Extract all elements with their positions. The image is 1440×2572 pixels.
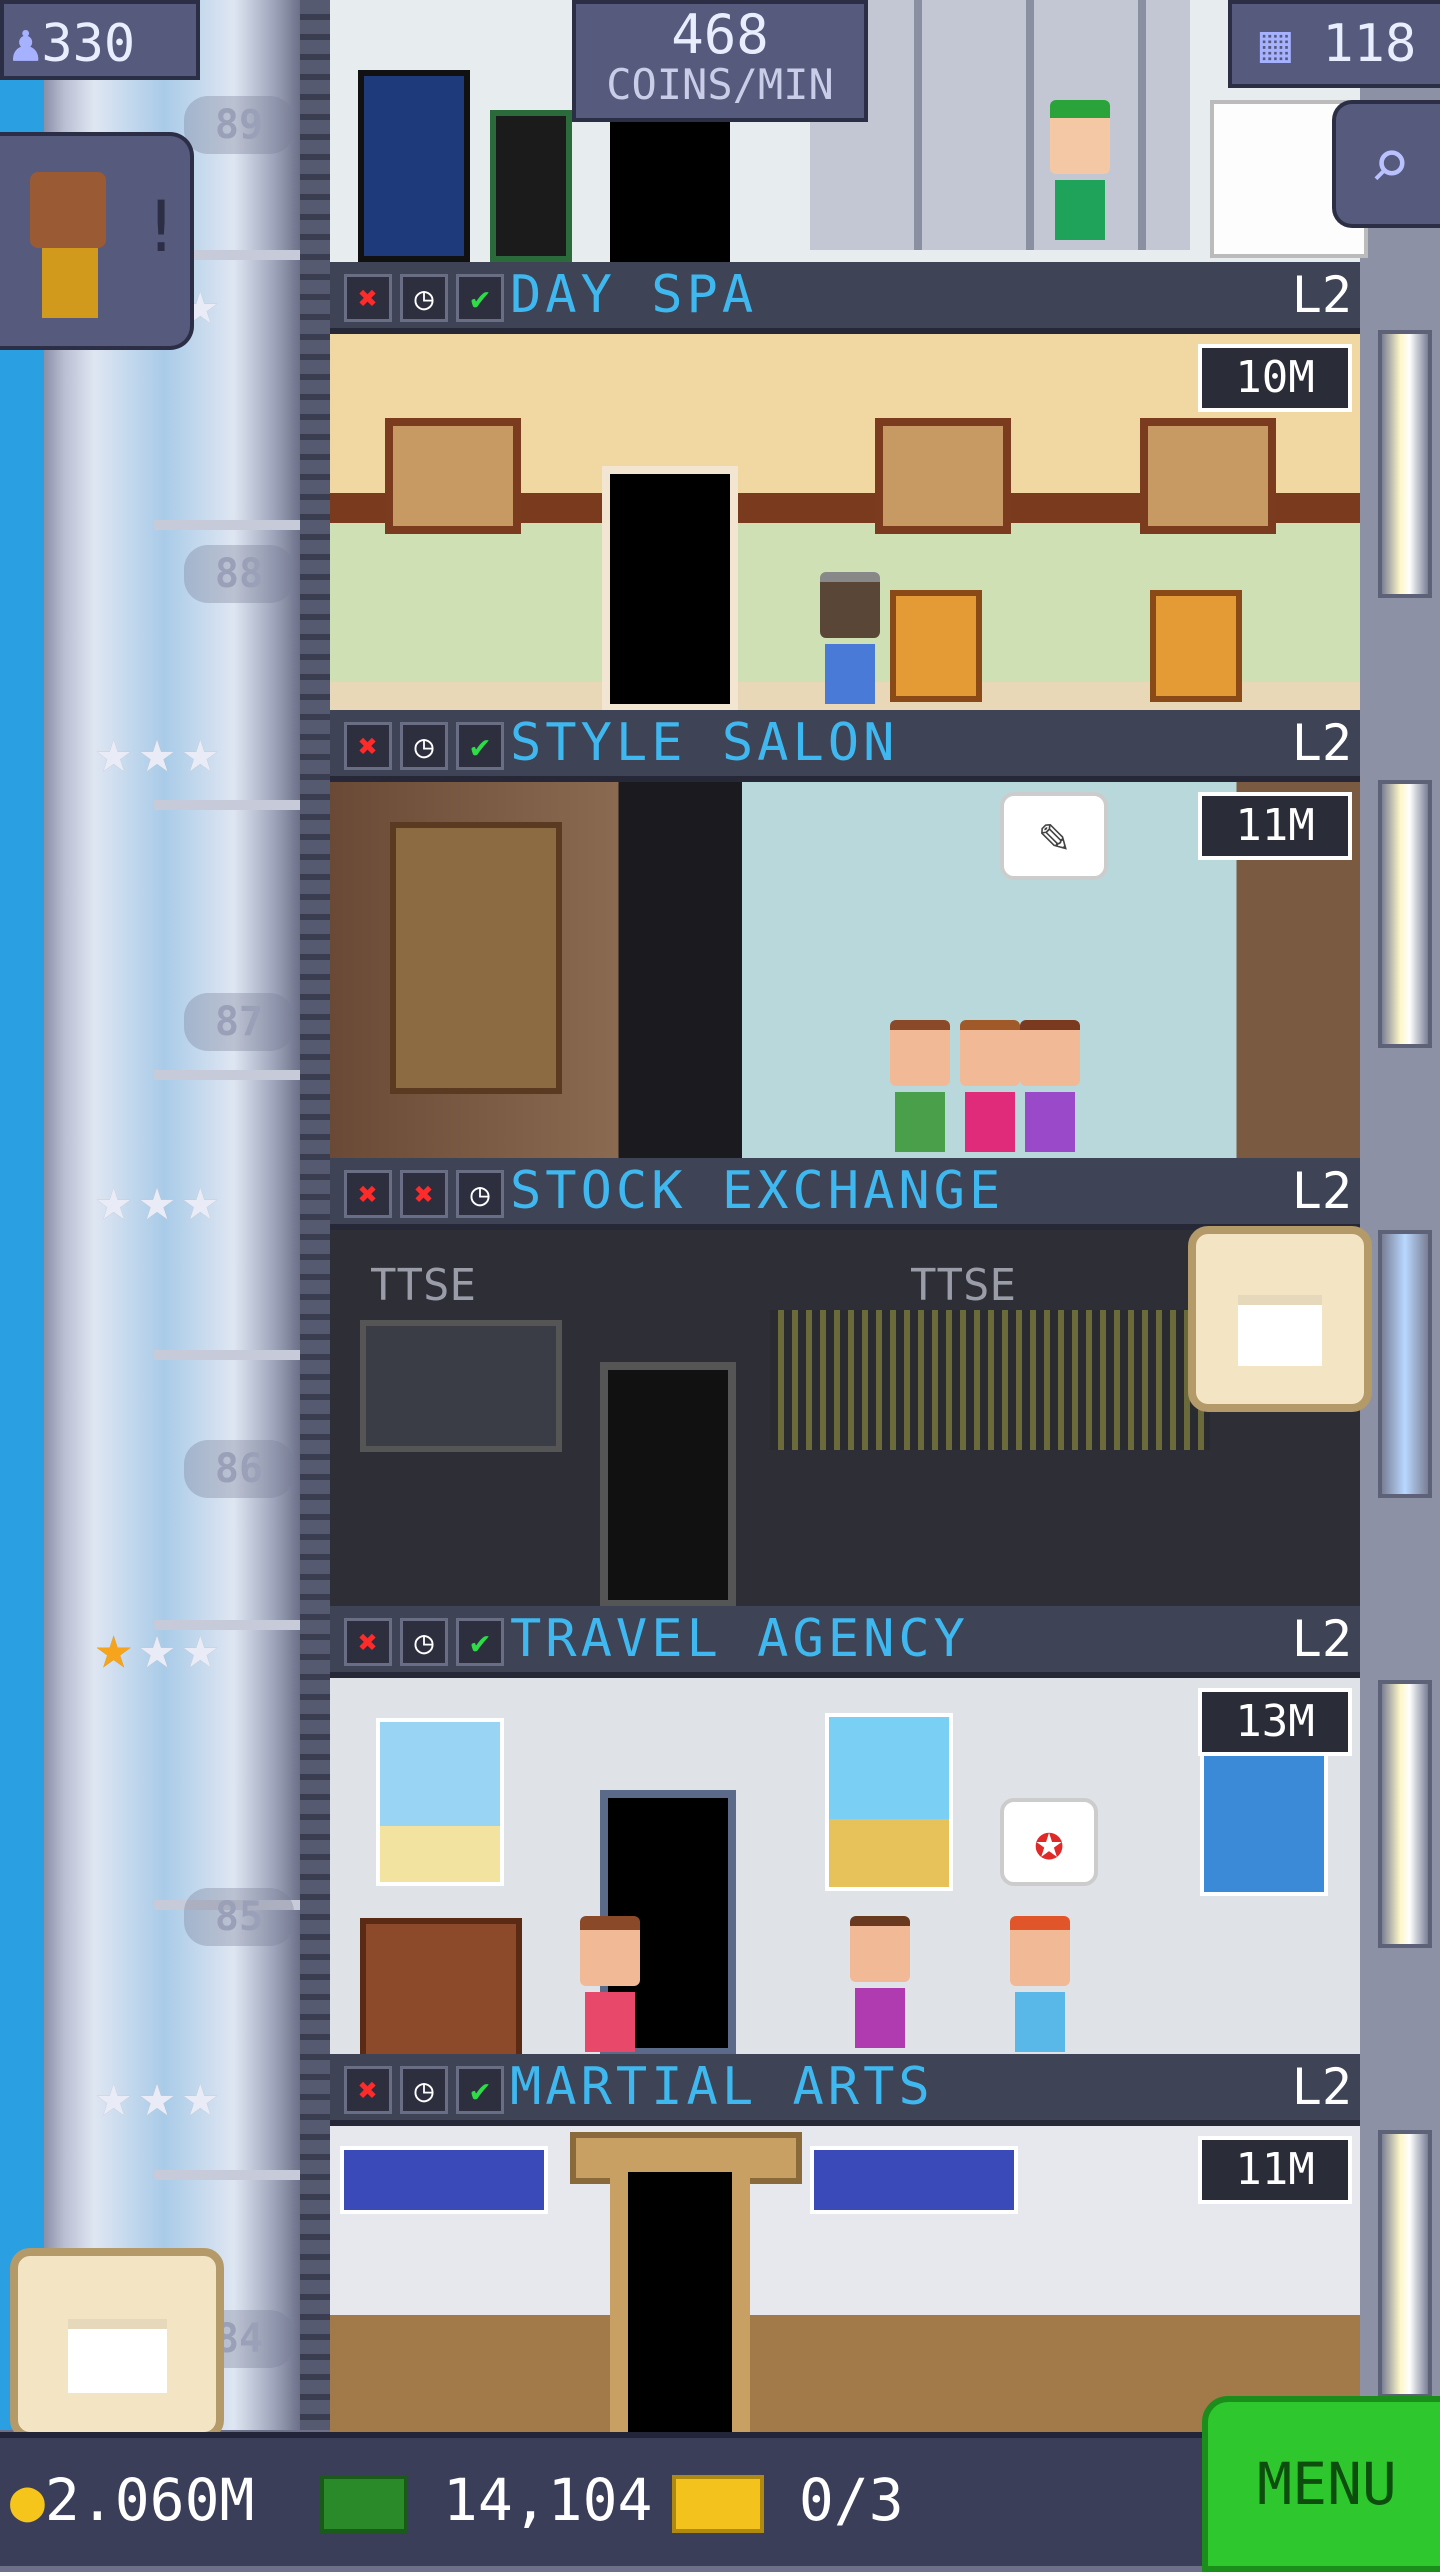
clock-icon: ◷ (400, 722, 448, 770)
floor-stars: ★★★ (95, 714, 219, 787)
x-icon: ✖ (344, 1618, 392, 1666)
floor-day-spa[interactable]: ✖ ◷ ✔ DAY SPA L2 10M (330, 262, 1360, 712)
clock-icon: ◷ (400, 274, 448, 322)
x-icon: ✖ (400, 1170, 448, 1218)
person[interactable] (580, 1916, 640, 2052)
floor-level: L2 (1291, 1162, 1352, 1220)
coin-icon: ● (10, 2466, 45, 2534)
sky-background (0, 0, 44, 2430)
exclamation-icon: ! (140, 186, 183, 268)
door (610, 120, 730, 262)
floor-name: DAY SPA (510, 265, 758, 325)
tickets-display[interactable]: 0/3 (672, 2460, 904, 2540)
crate-button[interactable] (1188, 1226, 1372, 1412)
vending-machine (490, 110, 572, 262)
floor-number: 86 (184, 1440, 294, 1498)
right-column (1360, 0, 1440, 2430)
person[interactable] (1020, 1020, 1080, 1152)
stock-indicator: 13M (1198, 1688, 1352, 1756)
floor-stars: ★★★ (95, 2058, 219, 2131)
search-button[interactable]: ⌕ (1332, 100, 1440, 228)
x-icon: ✖ (344, 274, 392, 322)
banner (810, 2146, 1018, 2214)
floor-number: 87 (184, 993, 294, 1051)
floor-level: L2 (1291, 1610, 1352, 1668)
person[interactable] (890, 1020, 950, 1152)
x-icon: ✖ (344, 1170, 392, 1218)
coins-display[interactable]: ●2.060M (10, 2460, 254, 2540)
check-icon: ✔ (456, 722, 504, 770)
chart-screen (360, 1320, 562, 1452)
person[interactable] (850, 1916, 910, 2048)
floor-name: STYLE SALON (510, 713, 899, 773)
check-icon: ✔ (456, 274, 504, 322)
floor-name: TRAVEL AGENCY (510, 1609, 969, 1669)
floor-style-salon[interactable]: ✖ ◷ ✔ STYLE SALON L2 ✎ 11M (330, 710, 1360, 1160)
visitor-alert-button[interactable]: ! (0, 132, 194, 350)
ticket-icon (672, 2474, 764, 2533)
poster (376, 1718, 504, 1886)
floor-name: MARTIAL ARTS (510, 2057, 934, 2117)
floor-header: ✖ ✖ ◷ STOCK EXCHANGE L2 (330, 1158, 1360, 1230)
ticker-board (770, 1310, 1210, 1450)
arcade-machine (358, 70, 470, 262)
person[interactable] (1050, 100, 1110, 240)
check-icon: ✔ (456, 2066, 504, 2114)
crate-icon (67, 2319, 167, 2393)
floor-header: ✖ ◷ ✔ DAY SPA L2 (330, 262, 1360, 334)
person[interactable] (820, 572, 880, 704)
floor-level: L2 (1291, 714, 1352, 772)
floor-number: 88 (184, 545, 294, 603)
floor-header: ✖ ◷ ✔ MARTIAL ARTS L2 (330, 2054, 1360, 2126)
stock-indicator: 11M (1198, 792, 1352, 860)
brochure-rack (360, 1918, 522, 2056)
floor-number: 85 (184, 1888, 294, 1946)
thought-bubble: ✪ (1000, 1798, 1098, 1886)
poster (825, 1713, 953, 1891)
check-icon: ✔ (456, 1618, 504, 1666)
thought-bubble: ✎ (1000, 792, 1108, 880)
stock-indicator: 10M (1198, 344, 1352, 412)
magnifier-icon: ⌕ (1368, 123, 1412, 205)
floor-header: ✖ ◷ ✔ STYLE SALON L2 (330, 710, 1360, 782)
crate-icon (1238, 1295, 1322, 1367)
bux-icon (320, 2474, 408, 2533)
floors-counter[interactable]: ▦ 118 (1228, 0, 1440, 88)
crate-button[interactable] (10, 2248, 224, 2440)
population-counter[interactable]: ♟330 (0, 0, 200, 80)
stock-indicator: 11M (1198, 2136, 1352, 2204)
clock-icon: ◷ (400, 2066, 448, 2114)
bux-display[interactable]: 14,104 (320, 2460, 652, 2540)
floor-stars: ★★★ (95, 1610, 219, 1683)
coins-per-min-display: 468 COINS/MIN (572, 0, 868, 122)
person[interactable] (960, 1020, 1020, 1152)
person-icon: ♟ (10, 14, 42, 74)
x-icon: ✖ (344, 722, 392, 770)
floor-header: ✖ ◷ ✔ TRAVEL AGENCY L2 (330, 1606, 1360, 1678)
person[interactable] (1010, 1916, 1070, 2052)
x-icon: ✖ (344, 2066, 392, 2114)
floor-travel-agency[interactable]: ✖ ◷ ✔ TRAVEL AGENCY L2 ✪ 13M (330, 1606, 1360, 2056)
banner (340, 2146, 548, 2214)
floor-number: 89 (184, 96, 294, 154)
shelf (390, 822, 562, 1094)
floor-stars: ★★★ (95, 1162, 219, 1235)
ttse-sign: TTSE (370, 1260, 476, 1311)
floor-name: STOCK EXCHANGE (510, 1161, 1005, 1221)
menu-button[interactable]: MENU (1202, 2396, 1440, 2572)
clock-icon: ◷ (456, 1170, 504, 1218)
ttse-sign: TTSE (910, 1260, 1016, 1311)
floor-level: L2 (1291, 2058, 1352, 2116)
building-icon: ▦ (1259, 14, 1292, 74)
floor-level: L2 (1291, 266, 1352, 324)
clock-icon: ◷ (400, 1618, 448, 1666)
visitor-avatar (30, 172, 106, 248)
